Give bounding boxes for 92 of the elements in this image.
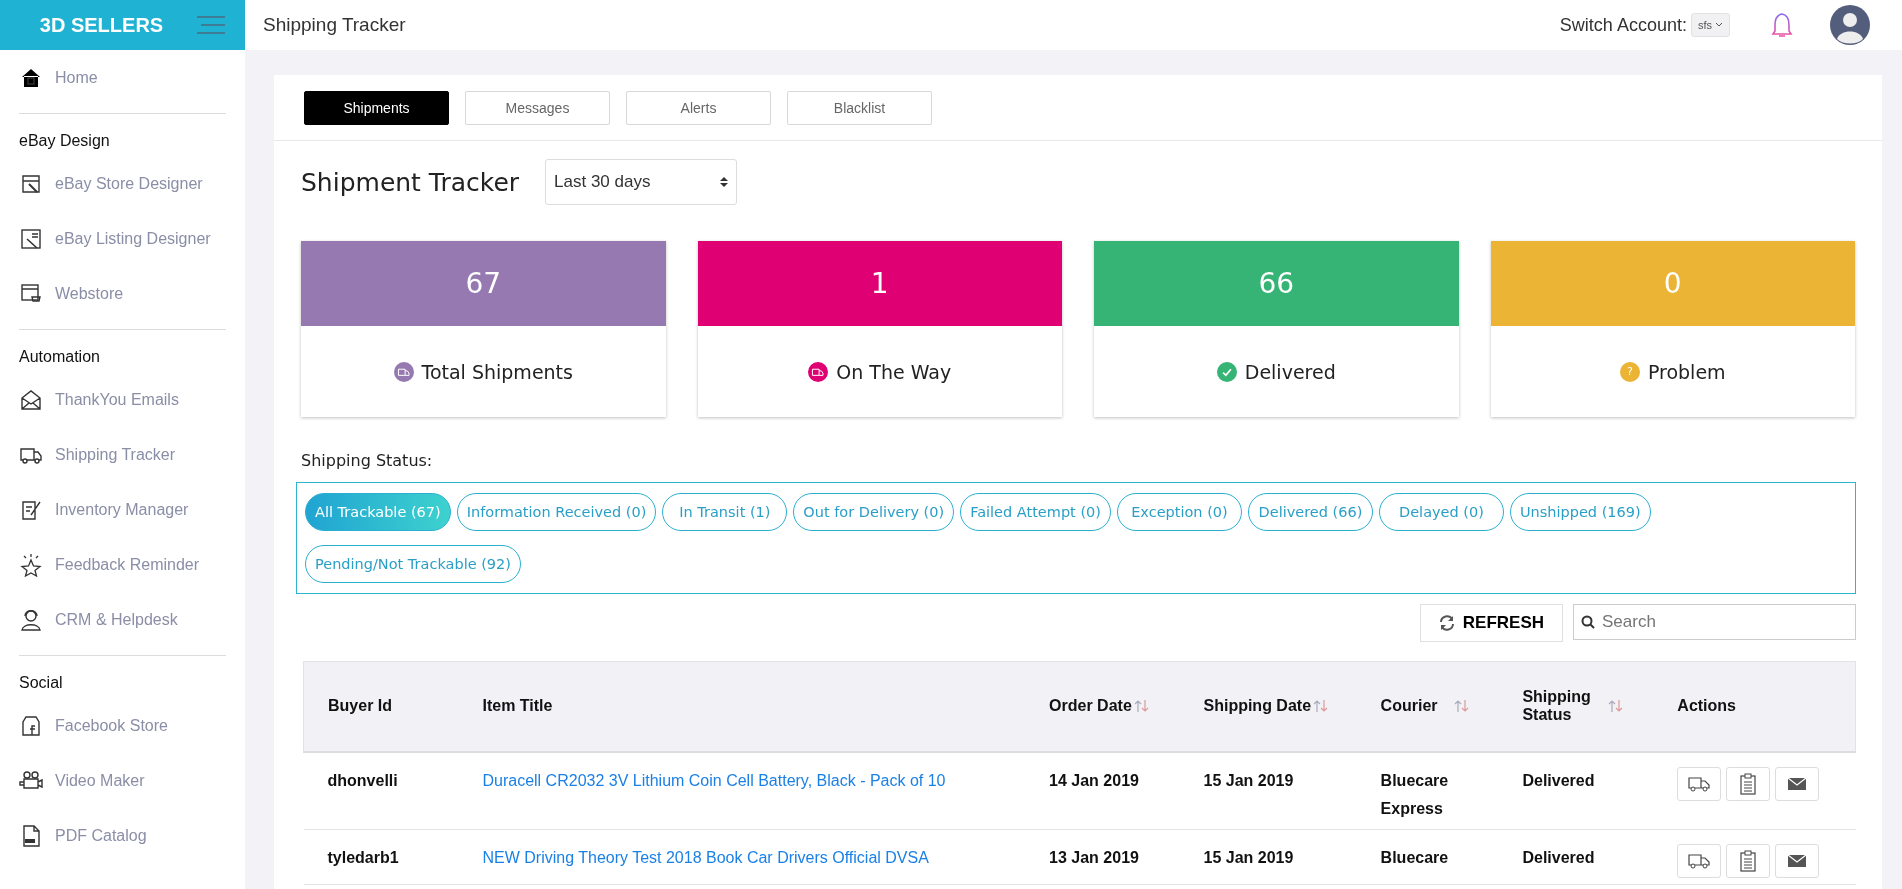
status-filter-pill[interactable]: Information Received (0) — [456, 493, 657, 531]
envelope-icon — [1788, 853, 1807, 868]
search-field[interactable]: Search — [1573, 604, 1856, 640]
refresh-icon — [1438, 615, 1455, 631]
column-header[interactable]: Shipping Date — [1203, 697, 1312, 716]
select-arrows-icon — [720, 176, 729, 188]
sidebar-item[interactable]: CRM & Helpdesk — [55, 610, 178, 629]
account-dropdown[interactable]: sfs — [1690, 13, 1730, 37]
envelope-icon — [1788, 776, 1807, 791]
sidebar-item[interactable]: Feedback Reminder — [55, 555, 200, 574]
table-cell: Delivered — [1498, 751, 1654, 829]
sort-icon[interactable] — [1453, 699, 1470, 714]
details-button[interactable] — [1726, 843, 1771, 878]
refresh-button[interactable]: REFRESH — [1419, 604, 1563, 642]
status-filter-pill[interactable]: Failed Attempt (0) — [960, 493, 1111, 531]
status-filter-pill[interactable]: Pending/Not Trackable (92) — [305, 545, 521, 583]
sidebar-item[interactable]: Home — [55, 68, 98, 87]
star-icon — [19, 552, 43, 577]
bell-icon[interactable] — [1770, 11, 1794, 39]
status-filter-pill[interactable]: Out for Delivery (0) — [793, 493, 955, 531]
table-cell: 14 Jan 2019 — [1025, 751, 1180, 829]
section-title: Shipment Tracker — [301, 167, 520, 197]
item-title-link[interactable]: Duracell CR2032 3V Lithium Coin Cell Battery, Black - Pack of 10 — [482, 771, 946, 789]
table-cell: tyledarb1 — [303, 829, 459, 884]
page-title: Shipping Tracker — [263, 14, 407, 36]
details-button[interactable] — [1726, 766, 1771, 801]
sidebar-item[interactable]: Inventory Manager — [55, 500, 189, 519]
sidebar-heading: Social — [19, 673, 64, 693]
sidebar-item[interactable]: Shipping Tracker — [55, 445, 176, 464]
stat-value: 66 — [1094, 241, 1459, 326]
question-badge: ? — [1619, 361, 1640, 382]
status-filter-pill[interactable]: Delayed (0) — [1378, 493, 1504, 531]
status-filter-pill[interactable]: In Transit (1) — [662, 493, 788, 531]
sidebar-item[interactable]: Facebook Store — [55, 716, 168, 735]
stat-value: 1 — [697, 241, 1062, 326]
clipboard-icon — [1740, 772, 1757, 795]
sidebar-item[interactable]: eBay Listing Designer — [55, 229, 211, 248]
truck-icon — [1688, 775, 1711, 792]
status-filter-pill[interactable]: Delivered (66) — [1247, 493, 1373, 531]
sort-icon[interactable] — [1608, 699, 1625, 714]
mail-icon — [19, 387, 43, 412]
message-button[interactable] — [1775, 843, 1820, 878]
stat-value: 67 — [301, 241, 666, 326]
tab[interactable]: Shipments — [304, 91, 449, 125]
status-label: Shipping Status: — [300, 450, 434, 472]
search-icon — [1581, 615, 1595, 629]
tab[interactable]: Alerts — [626, 91, 771, 125]
message-button[interactable] — [1775, 766, 1820, 801]
truck-icon — [1688, 852, 1711, 869]
sidebar-item[interactable]: ThankYou Emails — [55, 390, 179, 409]
sidebar-item[interactable]: eBay Store Designer — [55, 174, 203, 193]
sort-icon[interactable] — [1133, 699, 1150, 714]
sidebar-heading: eBay Design — [19, 131, 111, 151]
column-header[interactable]: Shipping Status — [1522, 688, 1593, 725]
column-header[interactable]: Order Date — [1049, 697, 1132, 716]
sidebar-item[interactable]: PDF Catalog — [55, 826, 147, 845]
sort-icon[interactable] — [1313, 699, 1330, 714]
stat-label: Problem — [1647, 360, 1726, 383]
stat-label: On The Way — [836, 360, 952, 383]
table-cell: Delivered — [1498, 829, 1654, 884]
period-select[interactable]: Last 30 days — [545, 159, 738, 205]
table-cell: 15 Jan 2019 — [1179, 829, 1357, 884]
column-header: Item Title — [482, 697, 553, 716]
column-header[interactable]: Courier — [1380, 697, 1438, 716]
track-button[interactable] — [1677, 766, 1722, 801]
tab[interactable]: Messages — [465, 91, 610, 125]
stat-value: 0 — [1490, 241, 1855, 326]
sidebar-item[interactable]: Video Maker — [55, 771, 145, 790]
table-cell: Bluecare — [1356, 829, 1499, 884]
item-title-link[interactable]: NEW Driving Theory Test 2018 Book Car Drivers Official DVSA — [482, 848, 929, 866]
switch-account-label: Switch Account: — [1559, 14, 1687, 36]
table-cell: 15 Jan 2019 — [1179, 751, 1357, 829]
table-cell: Bluecare Express — [1356, 751, 1499, 829]
table-cell: dhonvelli — [303, 751, 459, 829]
tab[interactable]: Blacklist — [787, 91, 932, 125]
track-button[interactable] — [1677, 843, 1722, 878]
status-filter-pill[interactable]: Unshipped (169) — [1509, 493, 1651, 531]
sidebar-item[interactable]: Webstore — [55, 284, 124, 303]
column-header: Buyer Id — [328, 697, 392, 716]
stat-label: Delivered — [1244, 360, 1336, 383]
column-header: Actions — [1677, 697, 1736, 716]
table-cell: 13 Jan 2019 — [1025, 829, 1180, 884]
status-filter-pill[interactable]: Exception (0) — [1116, 493, 1242, 531]
person-icon — [19, 607, 43, 632]
clipboard-icon — [1740, 849, 1757, 872]
stat-label: Total Shipments — [421, 360, 573, 383]
menu-icon[interactable] — [197, 16, 226, 34]
status-filter-pill[interactable]: All Trackable (67) — [305, 493, 451, 531]
avatar-icon[interactable] — [1830, 5, 1870, 45]
chevron-down-icon — [1715, 22, 1723, 28]
brand-logo: 3D SELLERS — [39, 13, 164, 37]
sidebar-heading: Automation — [19, 347, 101, 367]
